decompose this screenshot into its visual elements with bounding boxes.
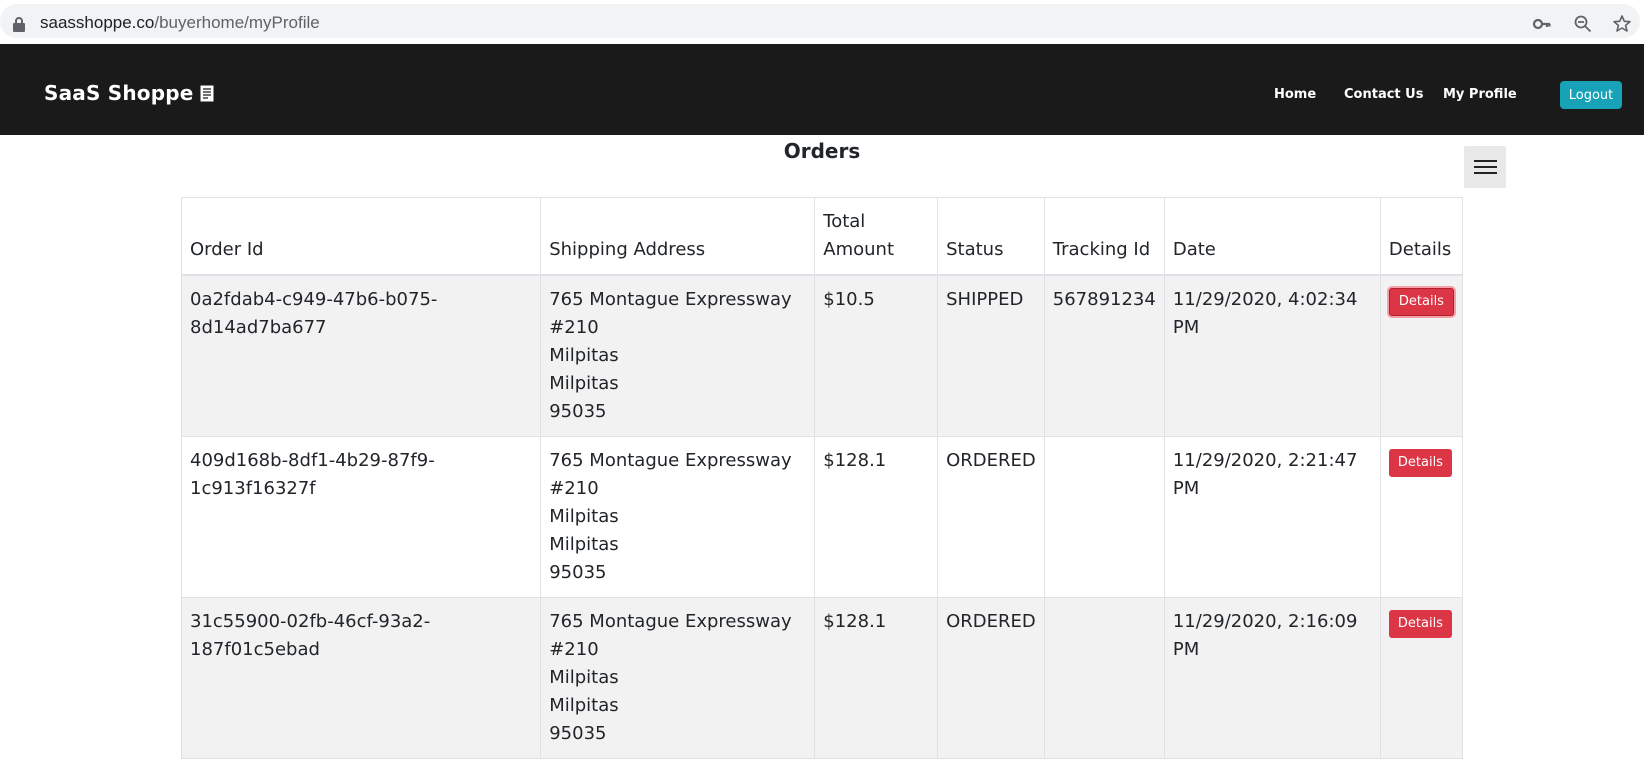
hamburger-menu-button[interactable] (1464, 146, 1506, 188)
url-domain: saasshoppe.co (40, 13, 155, 32)
total-amount-cell: $128.1 (814, 436, 939, 598)
address-line: Milpitas (549, 506, 619, 527)
column-header-date[interactable]: Date (1163, 197, 1381, 276)
details-button[interactable]: Details (1388, 610, 1452, 638)
column-header-status[interactable]: Status (937, 197, 1045, 276)
address-line: 95035 (549, 401, 607, 422)
address-line: Milpitas (549, 345, 619, 366)
address-line: 95035 (549, 723, 607, 744)
nav-home-link[interactable]: Home (1274, 87, 1316, 102)
header-line: Amount (823, 239, 894, 260)
address-line: 765 Montague Expressway (549, 611, 792, 632)
date-text: 11/29/2020, 2:16:09 (1172, 611, 1358, 632)
tracking-id-cell (1043, 597, 1165, 759)
tracking-id-cell (1043, 436, 1165, 598)
column-header-details[interactable]: Details (1379, 197, 1464, 276)
tracking-id-cell: 567891234 (1043, 274, 1165, 437)
shipping-address-cell: 765 Montague Expressway #210 Milpitas Mi… (540, 436, 816, 598)
date-cell: 11/29/2020, 2:21:47 PM (1163, 436, 1381, 598)
orders-table: Order Id Shipping Address Total Amount St… (180, 197, 1464, 759)
total-amount-cell: $10.5 (814, 274, 939, 437)
status-cell: ORDERED (937, 436, 1045, 598)
url-path: /buyerhome/myProfile (154, 13, 320, 32)
details-cell: Details (1379, 436, 1464, 598)
order-id: 409d168b-8df1-4b29-87f9-1c913f16327f (190, 450, 435, 499)
order-id: 8d14ad7ba677 (190, 317, 327, 338)
nav-contact-us-link[interactable]: Contact Us (1344, 87, 1423, 102)
table-header-row: Order Id Shipping Address Total Amount St… (180, 197, 1464, 276)
table-row: 31c55900-02fb-46cf-93a2-187f01c5ebad 765… (180, 597, 1464, 759)
column-header-total-amount[interactable]: Total Amount (814, 197, 939, 276)
address-line: Milpitas (549, 373, 619, 394)
date-text: PM (1172, 639, 1200, 660)
nav-my-profile-link[interactable]: My Profile (1443, 87, 1517, 102)
address-line: 765 Montague Expressway (549, 450, 792, 471)
details-button[interactable]: Details (1388, 288, 1454, 316)
date-text: PM (1172, 478, 1200, 499)
date-text: 11/29/2020, 2:21:47 (1172, 450, 1358, 471)
page-title: Orders (783, 139, 861, 163)
date-cell: 11/29/2020, 2:16:09 PM (1163, 597, 1381, 759)
column-header-tracking-id[interactable]: Tracking Id (1043, 197, 1165, 276)
zoom-out-icon[interactable] (1573, 14, 1593, 34)
address-line: 95035 (549, 562, 607, 583)
header-line: Total (823, 211, 866, 232)
details-cell: Details (1379, 597, 1464, 759)
table-row: 409d168b-8df1-4b29-87f9-1c913f16327f 765… (180, 436, 1464, 598)
key-icon[interactable] (1532, 14, 1552, 34)
column-header-order-id[interactable]: Order Id (180, 197, 542, 276)
address-line: Milpitas (549, 695, 619, 716)
url-field[interactable]: saasshoppe.co/buyerhome/myProfile (0, 4, 1640, 38)
lock-icon (13, 17, 25, 32)
hamburger-bar (1474, 160, 1497, 162)
shipping-address-cell: 765 Montague Expressway #210 Milpitas Mi… (540, 597, 816, 759)
url-text: saasshoppe.co/buyerhome/myProfile (40, 13, 320, 33)
brand-name: SaaS Shoppe (44, 81, 194, 105)
receipt-icon (200, 85, 214, 102)
order-id-cell: 31c55900-02fb-46cf-93a2-187f01c5ebad (180, 597, 542, 759)
details-button[interactable]: Details (1388, 449, 1452, 477)
shipping-address-cell: 765 Montague Expressway #210 Milpitas Mi… (540, 274, 816, 437)
top-navbar: SaaS Shoppe Home Contact Us My Profile L… (0, 44, 1644, 135)
order-id: 31c55900-02fb-46cf-93a2-187f01c5ebad (190, 611, 431, 660)
table-row: 0a2fdab4-c949-47b6-b075- 8d14ad7ba677 765… (180, 274, 1464, 437)
address-line: Milpitas (549, 667, 619, 688)
order-id-cell: 0a2fdab4-c949-47b6-b075- 8d14ad7ba677 (180, 274, 542, 437)
status-cell: ORDERED (937, 597, 1045, 759)
hamburger-bar (1474, 166, 1497, 168)
bookmark-star-icon[interactable] (1612, 14, 1632, 34)
order-id: 0a2fdab4-c949-47b6-b075- (190, 289, 438, 310)
total-amount-cell: $128.1 (814, 597, 939, 759)
details-cell: Details (1379, 274, 1464, 437)
address-line: #210 (549, 639, 599, 660)
column-header-shipping-address[interactable]: Shipping Address (540, 197, 816, 276)
brand-logo[interactable]: SaaS Shoppe (44, 81, 214, 105)
browser-address-bar: saasshoppe.co/buyerhome/myProfile (0, 0, 1644, 42)
address-line: 765 Montague Expressway (549, 289, 792, 310)
date-cell: 11/29/2020, 4:02:34 PM (1163, 274, 1381, 437)
logout-button[interactable]: Logout (1560, 81, 1622, 109)
date-text: PM (1172, 317, 1200, 338)
date-text: 11/29/2020, 4:02:34 (1172, 289, 1358, 310)
status-cell: SHIPPED (937, 274, 1045, 437)
order-id-cell: 409d168b-8df1-4b29-87f9-1c913f16327f (180, 436, 542, 598)
hamburger-bar (1474, 172, 1497, 174)
address-line: Milpitas (549, 534, 619, 555)
address-line: #210 (549, 317, 599, 338)
address-line: #210 (549, 478, 599, 499)
